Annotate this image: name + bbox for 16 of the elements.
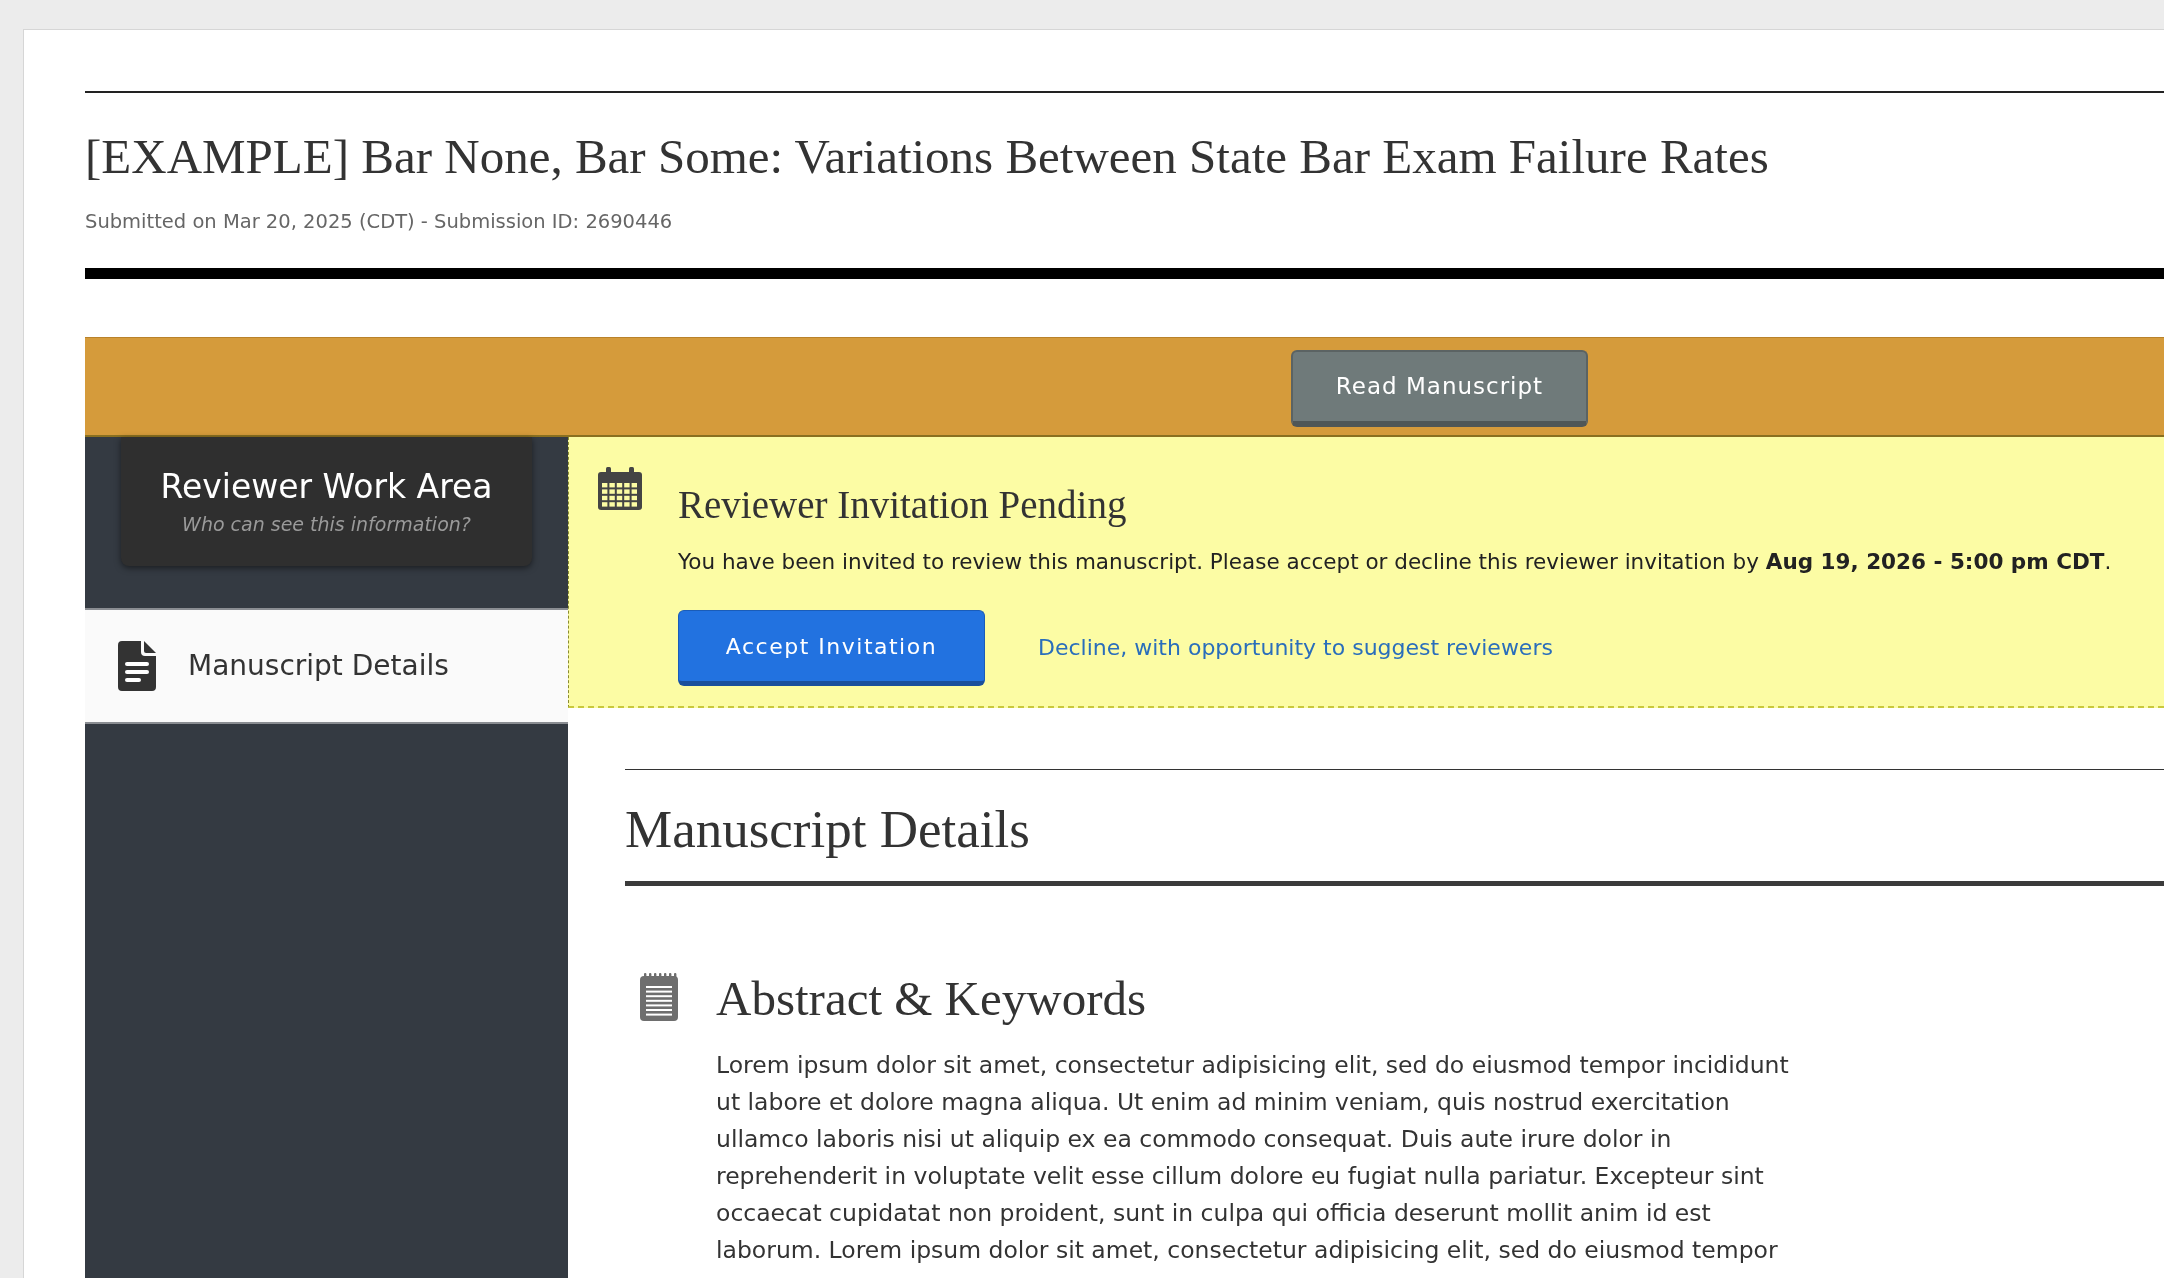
- calendar-icon: [598, 467, 642, 510]
- page-title: [EXAMPLE] Bar None, Bar Some: Variations Between State Bar Exam Failure Rates: [85, 129, 1769, 185]
- notepad-icon: [640, 973, 678, 1021]
- sidebar-item[interactable]: Manuscript Details: [85, 608, 568, 724]
- read-manuscript-button[interactable]: Read Manuscript: [1291, 350, 1588, 427]
- visibility-link[interactable]: Who can see this information?: [182, 511, 471, 537]
- section-title: Manuscript Details: [625, 799, 1030, 859]
- work-area-title: Reviewer Work Area: [160, 467, 493, 507]
- submission-meta: Submitted on Mar 20, 2025 (CDT) - Submission ID: 2690446: [85, 209, 673, 235]
- subsection-title: Abstract & Keywords: [716, 971, 1147, 1027]
- abstract-text: Lorem ipsum dolor sit amet, consectetur adipisicing elit, sed do eiusmod tempor incididunt ut labore et dolore magna aliqua. Ut enim ad minim veniam, quis nostrud exercitation ullamco laboris nisi ut aliquip ex ea commodo consequat. Duis aute irure dolor in reprehenderit in voluptate velit esse cillum dolore eu fugiat nulla pariatur. Excepteur sint occaecat cupidatat non proident, sunt in culpa qui officia deserunt mollit anim id est laborum. Lorem ipsum dolor sit amet, consectetur adipisicing elit, sed do eiusmod tempor: [716, 1050, 1790, 1266]
- decline-link[interactable]: Decline, with opportunity to suggest reviewers: [1038, 634, 1553, 662]
- invitation-message: You have been invited to review this manuscript. Please accept or decline this reviewer invitation by Aug 19, 2026 - 5:00 pm CDT.: [678, 548, 2112, 576]
- document-icon: [118, 641, 156, 691]
- invitation-title: Reviewer Invitation Pending: [678, 483, 1127, 527]
- accept-invitation-button[interactable]: Accept Invitation: [678, 610, 985, 686]
